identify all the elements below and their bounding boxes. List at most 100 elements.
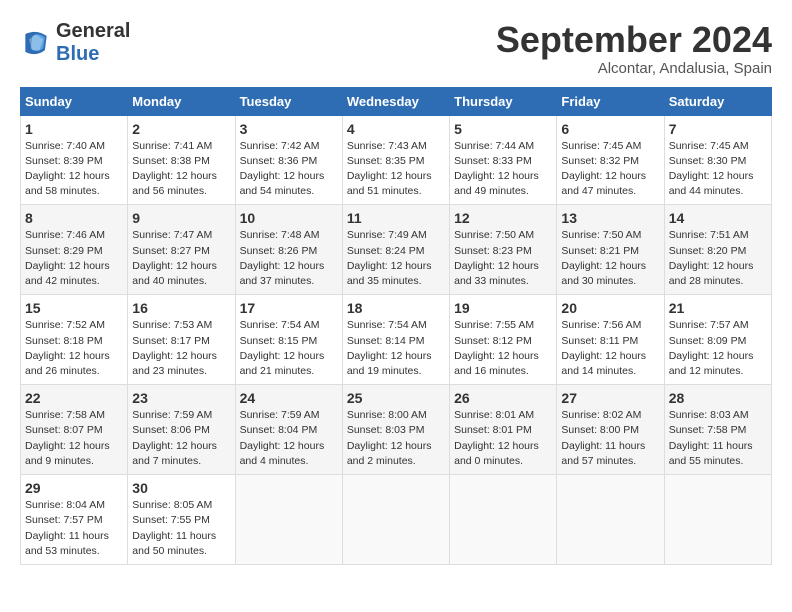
day-info: Sunrise: 8:04 AM Sunset: 7:57 PM Dayligh… [25,498,123,559]
day-info: Sunrise: 8:00 AM Sunset: 8:03 PM Dayligh… [347,408,445,469]
calendar-table: SundayMondayTuesdayWednesdayThursdayFrid… [20,87,772,565]
day-cell [235,475,342,565]
title-block: September 2024 Alcontar, Andalusia, Spai… [496,20,772,77]
day-info: Sunrise: 7:42 AM Sunset: 8:36 PM Dayligh… [240,139,338,200]
day-number: 19 [454,300,552,316]
week-row-5: 29Sunrise: 8:04 AM Sunset: 7:57 PM Dayli… [21,475,772,565]
day-number: 12 [454,210,552,226]
day-number: 5 [454,121,552,137]
day-cell: 29Sunrise: 8:04 AM Sunset: 7:57 PM Dayli… [21,475,128,565]
day-info: Sunrise: 7:50 AM Sunset: 8:23 PM Dayligh… [454,228,552,289]
day-info: Sunrise: 7:45 AM Sunset: 8:32 PM Dayligh… [561,139,659,200]
day-cell: 16 Sunrise: 7:53 AM Sunset: 8:17 PM Dayli… [128,295,235,385]
logo-text: General Blue [56,20,130,66]
week-row-4: 22 Sunrise: 7:58 AM Sunset: 8:07 PM Dayli… [21,385,772,475]
day-info: Sunrise: 7:51 AM Sunset: 8:20 PM Dayligh… [669,228,767,289]
day-cell: 7 Sunrise: 7:45 AM Sunset: 8:30 PM Daylig… [664,115,771,205]
day-number: 6 [561,121,659,137]
header-monday: Monday [128,87,235,115]
header-friday: Friday [557,87,664,115]
day-number: 26 [454,390,552,406]
day-cell: 20 Sunrise: 7:56 AM Sunset: 8:11 PM Dayli… [557,295,664,385]
page-header: General Blue September 2024 Alcontar, An… [20,20,772,77]
day-info: Sunrise: 8:01 AM Sunset: 8:01 PM Dayligh… [454,408,552,469]
day-info: Sunrise: 7:49 AM Sunset: 8:24 PM Dayligh… [347,228,445,289]
day-info: Sunrise: 7:46 AM Sunset: 8:29 PM Dayligh… [25,228,123,289]
day-cell: 5 Sunrise: 7:44 AM Sunset: 8:33 PM Daylig… [450,115,557,205]
location-subtitle: Alcontar, Andalusia, Spain [496,60,772,77]
day-number: 22 [25,390,123,406]
day-cell: 17 Sunrise: 7:54 AM Sunset: 8:15 PM Dayli… [235,295,342,385]
day-info: Sunrise: 7:52 AM Sunset: 8:18 PM Dayligh… [25,318,123,379]
header-thursday: Thursday [450,87,557,115]
day-cell: 27Sunrise: 8:02 AM Sunset: 8:00 PM Dayli… [557,385,664,475]
day-cell [342,475,449,565]
week-row-1: 1 Sunrise: 7:40 AM Sunset: 8:39 PM Daylig… [21,115,772,205]
week-row-2: 8Sunrise: 7:46 AM Sunset: 8:29 PM Daylig… [21,205,772,295]
day-cell: 10 Sunrise: 7:48 AM Sunset: 8:26 PM Dayli… [235,205,342,295]
day-cell: 9 Sunrise: 7:47 AM Sunset: 8:27 PM Daylig… [128,205,235,295]
day-number: 2 [132,121,230,137]
day-info: Sunrise: 7:57 AM Sunset: 8:09 PM Dayligh… [669,318,767,379]
day-cell: 8Sunrise: 7:46 AM Sunset: 8:29 PM Daylig… [21,205,128,295]
header-tuesday: Tuesday [235,87,342,115]
day-info: Sunrise: 8:02 AM Sunset: 8:00 PM Dayligh… [561,408,659,469]
day-cell: 23Sunrise: 7:59 AM Sunset: 8:06 PM Dayli… [128,385,235,475]
day-cell: 12 Sunrise: 7:50 AM Sunset: 8:23 PM Dayli… [450,205,557,295]
day-number: 1 [25,121,123,137]
day-number: 11 [347,210,445,226]
day-number: 30 [132,480,230,496]
day-number: 17 [240,300,338,316]
day-number: 10 [240,210,338,226]
day-number: 14 [669,210,767,226]
day-number: 9 [132,210,230,226]
day-cell [664,475,771,565]
day-cell: 11 Sunrise: 7:49 AM Sunset: 8:24 PM Dayli… [342,205,449,295]
day-number: 24 [240,390,338,406]
day-info: Sunrise: 7:58 AM Sunset: 8:07 PM Dayligh… [25,408,123,469]
header-sunday: Sunday [21,87,128,115]
day-info: Sunrise: 7:45 AM Sunset: 8:30 PM Dayligh… [669,139,767,200]
month-title: September 2024 [496,20,772,60]
day-info: Sunrise: 7:54 AM Sunset: 8:15 PM Dayligh… [240,318,338,379]
day-info: Sunrise: 7:55 AM Sunset: 8:12 PM Dayligh… [454,318,552,379]
day-cell: 6 Sunrise: 7:45 AM Sunset: 8:32 PM Daylig… [557,115,664,205]
day-cell [450,475,557,565]
day-info: Sunrise: 7:44 AM Sunset: 8:33 PM Dayligh… [454,139,552,200]
day-info: Sunrise: 7:56 AM Sunset: 8:11 PM Dayligh… [561,318,659,379]
day-cell: 18 Sunrise: 7:54 AM Sunset: 8:14 PM Dayli… [342,295,449,385]
day-number: 16 [132,300,230,316]
logo: General Blue [20,20,130,66]
day-info: Sunrise: 7:43 AM Sunset: 8:35 PM Dayligh… [347,139,445,200]
day-number: 20 [561,300,659,316]
day-number: 28 [669,390,767,406]
day-number: 15 [25,300,123,316]
header-wednesday: Wednesday [342,87,449,115]
day-cell: 22 Sunrise: 7:58 AM Sunset: 8:07 PM Dayli… [21,385,128,475]
day-info: Sunrise: 7:48 AM Sunset: 8:26 PM Dayligh… [240,228,338,289]
day-info: Sunrise: 8:05 AM Sunset: 7:55 PM Dayligh… [132,498,230,559]
day-cell: 21 Sunrise: 7:57 AM Sunset: 8:09 PM Dayli… [664,295,771,385]
day-cell: 30 Sunrise: 8:05 AM Sunset: 7:55 PM Dayli… [128,475,235,565]
header-saturday: Saturday [664,87,771,115]
day-info: Sunrise: 7:41 AM Sunset: 8:38 PM Dayligh… [132,139,230,200]
day-info: Sunrise: 7:40 AM Sunset: 8:39 PM Dayligh… [25,139,123,200]
week-row-3: 15 Sunrise: 7:52 AM Sunset: 8:18 PM Dayli… [21,295,772,385]
day-cell: 25Sunrise: 8:00 AM Sunset: 8:03 PM Dayli… [342,385,449,475]
day-cell: 4Sunrise: 7:43 AM Sunset: 8:35 PM Daylig… [342,115,449,205]
day-cell: 26 Sunrise: 8:01 AM Sunset: 8:01 PM Dayli… [450,385,557,475]
day-cell: 14 Sunrise: 7:51 AM Sunset: 8:20 PM Dayli… [664,205,771,295]
day-info: Sunrise: 7:54 AM Sunset: 8:14 PM Dayligh… [347,318,445,379]
day-cell [557,475,664,565]
day-number: 13 [561,210,659,226]
day-info: Sunrise: 7:59 AM Sunset: 8:06 PM Dayligh… [132,408,230,469]
day-info: Sunrise: 7:47 AM Sunset: 8:27 PM Dayligh… [132,228,230,289]
day-info: Sunrise: 7:53 AM Sunset: 8:17 PM Dayligh… [132,318,230,379]
day-number: 18 [347,300,445,316]
calendar-header-row: SundayMondayTuesdayWednesdayThursdayFrid… [21,87,772,115]
logo-icon [20,27,52,59]
day-cell: 24Sunrise: 7:59 AM Sunset: 8:04 PM Dayli… [235,385,342,475]
day-number: 3 [240,121,338,137]
day-number: 7 [669,121,767,137]
day-number: 21 [669,300,767,316]
